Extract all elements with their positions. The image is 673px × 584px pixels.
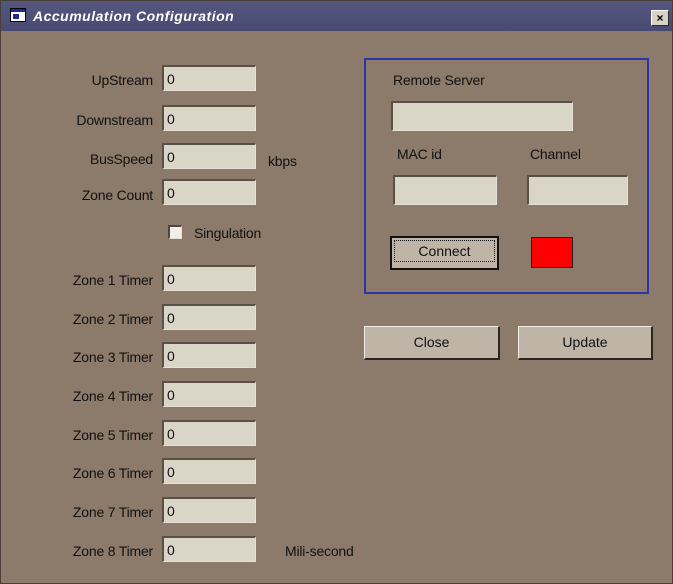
busspeed-unit: kbps bbox=[268, 153, 297, 169]
upstream-input[interactable] bbox=[162, 65, 256, 91]
zone-4-timer-input[interactable] bbox=[162, 381, 256, 407]
title-bar[interactable]: Accumulation Configuration × bbox=[1, 1, 672, 31]
zone-1-timer-input[interactable] bbox=[162, 265, 256, 291]
busspeed-label: BusSpeed bbox=[89, 151, 153, 167]
zone-1-timer-label: Zone 1 Timer bbox=[72, 272, 153, 288]
zone-count-label: Zone Count bbox=[81, 187, 153, 203]
zone-3-timer-label: Zone 3 Timer bbox=[72, 349, 153, 365]
zone-7-timer-input[interactable] bbox=[162, 497, 256, 523]
window-title: Accumulation Configuration bbox=[33, 8, 235, 24]
zone-3-timer-input[interactable] bbox=[162, 342, 256, 368]
close-icon: × bbox=[656, 11, 664, 25]
channel-label: Channel bbox=[530, 146, 581, 162]
remote-server-input[interactable] bbox=[391, 101, 573, 131]
singulation-label[interactable]: Singulation bbox=[194, 225, 261, 241]
downstream-input[interactable] bbox=[162, 105, 256, 131]
zone-5-timer-input[interactable] bbox=[162, 420, 256, 446]
zone-2-timer-input[interactable] bbox=[162, 304, 256, 330]
connect-button-label: Connect bbox=[394, 240, 495, 262]
busspeed-input[interactable] bbox=[162, 143, 256, 169]
connect-button[interactable]: Connect bbox=[390, 236, 499, 270]
zone-6-timer-input[interactable] bbox=[162, 458, 256, 484]
zone-2-timer-label: Zone 2 Timer bbox=[72, 311, 153, 327]
connection-status-indicator bbox=[531, 237, 573, 268]
mac-id-input[interactable] bbox=[393, 175, 497, 205]
update-button-label: Update bbox=[562, 334, 608, 350]
close-button[interactable]: Close bbox=[364, 326, 500, 360]
app-window-icon bbox=[10, 8, 26, 22]
zone-5-timer-label: Zone 5 Timer bbox=[72, 427, 153, 443]
update-button[interactable]: Update bbox=[518, 326, 653, 360]
singulation-checkbox[interactable] bbox=[168, 225, 182, 239]
zone-6-timer-label: Zone 6 Timer bbox=[72, 465, 153, 481]
zone-timer-unit: Mili-second bbox=[285, 543, 354, 559]
close-button-label: Close bbox=[413, 334, 450, 350]
downstream-label: Downstream bbox=[76, 112, 153, 128]
remote-server-label: Remote Server bbox=[393, 72, 485, 88]
zone-8-timer-input[interactable] bbox=[162, 536, 256, 562]
upstream-label: UpStream bbox=[91, 72, 154, 88]
channel-input[interactable] bbox=[527, 175, 628, 205]
configuration-window: Accumulation Configuration × UpStream Do… bbox=[0, 0, 673, 584]
zone-count-input[interactable] bbox=[162, 179, 256, 205]
zone-4-timer-label: Zone 4 Timer bbox=[72, 388, 153, 404]
zone-7-timer-label: Zone 7 Timer bbox=[72, 504, 153, 520]
mac-id-label: MAC id bbox=[397, 146, 442, 162]
close-window-button[interactable]: × bbox=[651, 10, 669, 26]
zone-8-timer-label: Zone 8 Timer bbox=[72, 543, 153, 559]
